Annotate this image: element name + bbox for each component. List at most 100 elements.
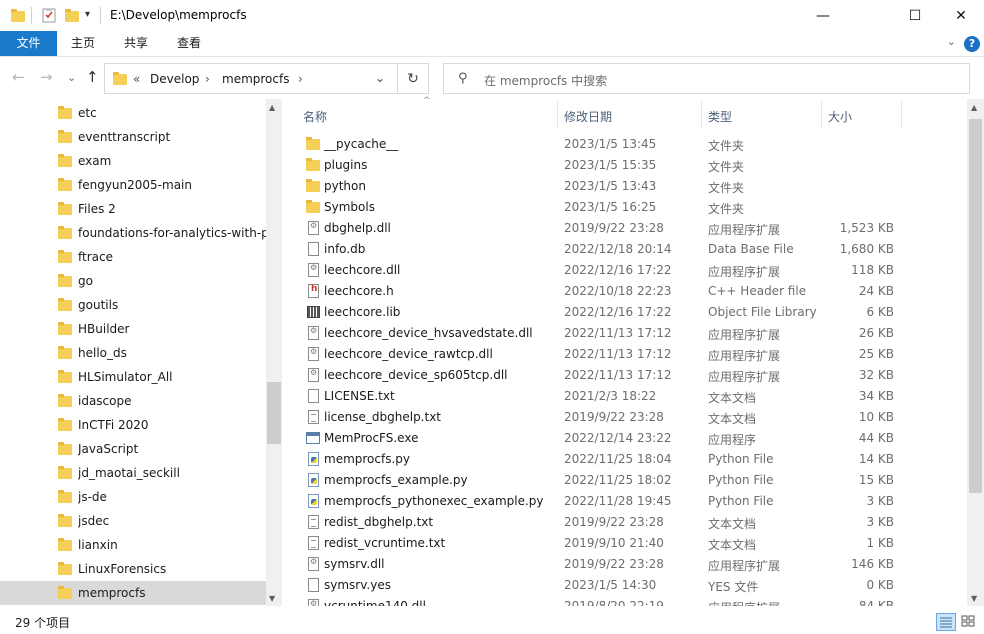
file-row[interactable]: MemProcFS.exe 2022/12/14 23:22 应用程序 44 KB bbox=[289, 427, 967, 448]
file-row[interactable]: memprocfs.py 2022/11/25 18:04 Python File 1… bbox=[289, 448, 967, 469]
file-row[interactable]: info.db 2022/12/18 20:14 Data Base File 1,6… bbox=[289, 238, 967, 259]
file-row[interactable]: redist_vcruntime.txt 2019/9/10 21:40 文本文档 1… bbox=[289, 532, 967, 553]
file-row[interactable]: __pycache__ 2023/1/5 13:45 文件夹 bbox=[289, 133, 967, 154]
column-divider[interactable] bbox=[557, 101, 558, 128]
file-row[interactable]: leechcore.h 2022/10/18 22:23 C++ Header fi… bbox=[289, 280, 967, 301]
scroll-down-icon[interactable]: ▼ bbox=[971, 594, 977, 603]
column-divider[interactable] bbox=[821, 101, 822, 128]
file-row[interactable]: leechcore.lib 2022/12/16 17:22 Object File… bbox=[289, 301, 967, 322]
forward-button[interactable]: → bbox=[40, 68, 53, 86]
file-row[interactable]: memprocfs_pythonexec_example.py 2022/11/2… bbox=[289, 490, 967, 511]
close-button[interactable]: ✕ bbox=[938, 0, 984, 31]
tree-item[interactable]: LinuxForensics bbox=[0, 557, 266, 581]
column-date[interactable]: 修改日期 bbox=[564, 108, 612, 125]
tree-item[interactable]: jsdec bbox=[0, 509, 266, 533]
large-icons-view-button[interactable] bbox=[959, 613, 979, 631]
address-dropdown-icon[interactable]: ⌄ bbox=[375, 71, 385, 85]
help-icon[interactable]: ? bbox=[964, 36, 980, 52]
file-row[interactable]: Symbols 2023/1/5 16:25 文件夹 bbox=[289, 196, 967, 217]
file-type: 文本文档 bbox=[708, 538, 757, 552]
tree-item[interactable]: js-de bbox=[0, 485, 266, 509]
recent-locations-button[interactable]: ⌄ bbox=[67, 71, 76, 84]
folder-icon bbox=[306, 200, 320, 214]
breadcrumb-separator[interactable]: › bbox=[205, 72, 210, 86]
file-row[interactable]: plugins 2023/1/5 15:35 文件夹 bbox=[289, 154, 967, 175]
tree-item[interactable]: jd_maotai_seckill bbox=[0, 461, 266, 485]
maximize-button[interactable]: ☐ bbox=[892, 0, 938, 31]
breadcrumb-separator[interactable]: › bbox=[298, 72, 303, 86]
breadcrumb-overflow[interactable]: « bbox=[133, 72, 140, 86]
file-row[interactable]: symsrv.dll 2019/9/22 23:28 应用程序扩展 146 KB bbox=[289, 553, 967, 574]
tab-file[interactable]: 文件 bbox=[0, 31, 57, 56]
breadcrumb-develop[interactable]: Develop bbox=[150, 72, 199, 86]
file-name: __pycache__ bbox=[324, 137, 399, 151]
tree-item[interactable]: fengyun2005-main bbox=[0, 173, 266, 197]
search-input[interactable]: ⚲ 在 memprocfs 中搜索 bbox=[443, 63, 970, 94]
properties-icon[interactable] bbox=[41, 7, 57, 23]
file-row[interactable]: vcruntime140.dll 2019/8/20 22:19 应用程序扩展 84 … bbox=[289, 595, 967, 606]
ribbon-expand-icon[interactable]: ⌄ bbox=[947, 35, 956, 48]
tab-home[interactable]: 主页 bbox=[63, 31, 103, 56]
new-folder-icon[interactable] bbox=[64, 7, 80, 23]
nav-scrollbar[interactable]: ▲ ▼ bbox=[266, 99, 282, 606]
file-name: license_dbghelp.txt bbox=[324, 410, 442, 424]
address-bar[interactable]: « Develop › memprocfs › ⌄ bbox=[104, 63, 398, 94]
file-row[interactable]: redist_dbghelp.txt 2019/9/22 23:28 文本文档 3 K… bbox=[289, 511, 967, 532]
tree-item[interactable]: idascope bbox=[0, 389, 266, 413]
tree-item[interactable]: eventtranscript bbox=[0, 125, 266, 149]
folder-icon bbox=[58, 298, 72, 311]
file-row[interactable]: leechcore.dll 2022/12/16 17:22 应用程序扩展 118 K… bbox=[289, 259, 967, 280]
file-row[interactable]: dbghelp.dll 2019/9/22 23:28 应用程序扩展 1,523 KB bbox=[289, 217, 967, 238]
file-date: 2019/9/22 23:28 bbox=[564, 410, 664, 424]
tree-item[interactable]: go bbox=[0, 269, 266, 293]
file-row[interactable]: license_dbghelp.txt 2019/9/22 23:28 文本文档 10… bbox=[289, 406, 967, 427]
tree-item[interactable]: memprocfs bbox=[0, 581, 266, 605]
tree-item[interactable]: etc bbox=[0, 101, 266, 125]
column-divider[interactable] bbox=[901, 101, 902, 128]
qa-dropdown-icon[interactable]: ▾ bbox=[85, 9, 101, 25]
tree-item[interactable]: HBuilder bbox=[0, 317, 266, 341]
file-row[interactable]: leechcore_device_rawtcp.dll 2022/11/13 17… bbox=[289, 343, 967, 364]
tree-item[interactable]: goutils bbox=[0, 293, 266, 317]
refresh-button[interactable]: ↻ bbox=[398, 63, 429, 94]
details-view-button[interactable] bbox=[936, 613, 956, 631]
tree-item[interactable]: hello_ds bbox=[0, 341, 266, 365]
column-type[interactable]: 类型 bbox=[708, 108, 732, 125]
scroll-up-icon[interactable]: ▲ bbox=[269, 103, 275, 112]
column-size[interactable]: 大小 bbox=[828, 108, 852, 125]
scroll-thumb[interactable] bbox=[267, 382, 281, 444]
up-button[interactable]: ↑ bbox=[86, 68, 99, 86]
tree-item[interactable]: lianxin bbox=[0, 533, 266, 557]
minimize-button[interactable]: — bbox=[800, 0, 846, 31]
tree-item-label: JavaScript bbox=[78, 442, 139, 456]
tree-item[interactable]: JavaScript bbox=[0, 437, 266, 461]
tab-view[interactable]: 查看 bbox=[169, 31, 209, 56]
file-row[interactable]: memprocfs_example.py 2022/11/25 18:02 Pyth… bbox=[289, 469, 967, 490]
tree-item[interactable]: Files 2 bbox=[0, 197, 266, 221]
file-date: 2022/12/14 23:22 bbox=[564, 431, 672, 445]
file-row[interactable]: symsrv.yes 2023/1/5 14:30 YES 文件 0 KB bbox=[289, 574, 967, 595]
file-row[interactable]: python 2023/1/5 13:43 文件夹 bbox=[289, 175, 967, 196]
file-list-scrollbar[interactable]: ▲ ▼ bbox=[967, 99, 984, 606]
folder-icon[interactable] bbox=[10, 7, 26, 23]
tree-item[interactable]: InCTFi 2020 bbox=[0, 413, 266, 437]
column-name[interactable]: 名称 bbox=[303, 108, 327, 125]
tree-item[interactable]: exam bbox=[0, 149, 266, 173]
file-row[interactable]: leechcore_device_sp605tcp.dll 2022/11/13 … bbox=[289, 364, 967, 385]
scroll-down-icon[interactable]: ▼ bbox=[269, 594, 275, 603]
tree-item[interactable]: HLSimulator_All bbox=[0, 365, 266, 389]
breadcrumb-memprocfs[interactable]: memprocfs bbox=[222, 72, 289, 86]
tree-item[interactable]: ftrace bbox=[0, 245, 266, 269]
file-row[interactable]: leechcore_device_hvsavedstate.dll 2022/11… bbox=[289, 322, 967, 343]
tab-share[interactable]: 共享 bbox=[116, 31, 156, 56]
scroll-thumb[interactable] bbox=[969, 119, 982, 493]
scroll-up-icon[interactable]: ▲ bbox=[971, 103, 977, 112]
file-size: 1 KB bbox=[866, 536, 894, 550]
file-row[interactable]: LICENSE.txt 2021/2/3 18:22 文本文档 34 KB bbox=[289, 385, 967, 406]
folder-icon bbox=[58, 442, 72, 455]
tree-item[interactable]: foundations-for-analytics-with-p bbox=[0, 221, 266, 245]
details-view-icon bbox=[940, 617, 952, 628]
back-button[interactable]: ← bbox=[12, 68, 25, 86]
column-divider[interactable] bbox=[701, 101, 702, 128]
search-placeholder: 在 memprocfs 中搜索 bbox=[484, 74, 608, 88]
